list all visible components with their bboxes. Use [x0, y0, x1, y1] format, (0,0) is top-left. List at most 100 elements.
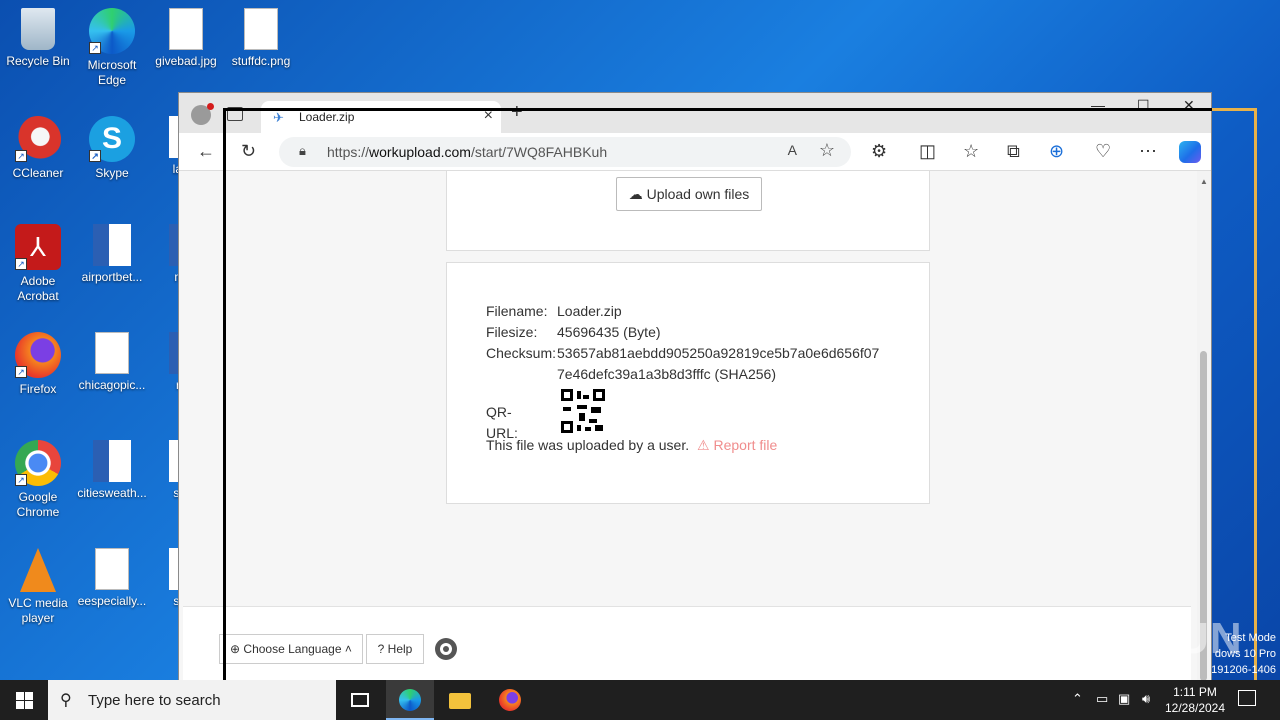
chevron-up-icon: ˄	[344, 642, 352, 656]
filename-label: Filename:	[486, 303, 548, 319]
extensions-icon[interactable]: ⚙	[871, 141, 887, 161]
browser-toolbar: ← ↻ 🔒︎ https://workupload.com/start/7WQ8…	[179, 133, 1211, 171]
desktop-icon-skype[interactable]: S ↗ Skype	[74, 116, 150, 181]
page-viewport: ☁ Upload own files Filename: Loader.zip F…	[179, 171, 1197, 681]
desktop-icon-recycle-bin[interactable]: Recycle Bin	[0, 8, 76, 69]
upload-card: ☁ Upload own files	[446, 171, 930, 251]
test-mode-line: 191206-1406	[1211, 664, 1276, 676]
copilot-icon[interactable]	[1179, 141, 1201, 163]
desktop-icon-label: Adobe Acrobat	[17, 274, 59, 303]
desktop-icon-label: Microsoft Edge	[87, 58, 137, 87]
desktop-icon-label: CCleaner	[12, 166, 64, 180]
desktop-icon-citiesweath[interactable]: citiesweath...	[74, 440, 150, 501]
desktop-icon-ccleaner[interactable]: ↗ CCleaner	[0, 116, 76, 181]
edge-icon: ↗	[89, 8, 135, 54]
help-button[interactable]: ? Help	[366, 634, 424, 664]
report-file-link[interactable]: ⚠ Report file	[697, 437, 777, 453]
desktop-icon-stuffdc[interactable]: stuffdc.png	[223, 8, 299, 69]
test-mode-line: dows 10 Pro	[1214, 648, 1276, 660]
upload-own-files-button[interactable]: ☁ Upload own files	[616, 177, 762, 211]
maximize-icon[interactable]: ☐	[1137, 97, 1150, 114]
refresh-icon[interactable]: ↻	[241, 141, 256, 161]
desktop-icon-label: airportbet...	[81, 270, 143, 284]
taskbar-edge[interactable]	[386, 680, 434, 720]
url-text: https://workupload.com/start/7WQ8FAHBKuh	[327, 144, 608, 160]
choose-language-button[interactable]: ⊕ Choose Language ˄	[219, 634, 363, 664]
highlight-frame-black	[223, 108, 1212, 111]
desktop-icon-label: stuffdc.png	[231, 54, 291, 68]
desktop-icon-givebad[interactable]: givebad.jpg	[148, 8, 224, 69]
word-doc-icon	[93, 440, 131, 482]
taskbar-clock[interactable]: 1:11 PM 12/28/2024	[1160, 684, 1230, 716]
desktop-icon-label: Google Chrome	[16, 490, 60, 519]
highlight-frame-gold	[1212, 108, 1257, 111]
taskbar-file-explorer[interactable]	[436, 680, 484, 720]
filesize-label: Filesize:	[486, 324, 538, 340]
scroll-up-icon[interactable]: ▲	[1200, 177, 1208, 186]
volume-icon[interactable]: 🔊︎	[1142, 691, 1150, 707]
cloud-upload-icon: ☁	[628, 186, 643, 202]
desktop-icon-airportbet[interactable]: airportbet...	[74, 224, 150, 285]
desktop-icon-label: Recycle Bin	[6, 54, 70, 68]
desktop-icon-acrobat[interactable]: ⅄ ↗ Adobe Acrobat	[0, 224, 76, 304]
desktop-icon-vlc[interactable]: VLC media player	[0, 548, 76, 626]
browser-essentials-icon[interactable]: ♡	[1095, 141, 1111, 161]
close-window-icon[interactable]: ✕	[1183, 97, 1195, 114]
choose-language-label: Choose Language	[243, 642, 342, 656]
desktop-icon-label: Firefox	[19, 382, 57, 396]
filesize-value: 45696435 (Byte)	[557, 324, 661, 340]
warning-icon: ⚠	[697, 437, 710, 453]
task-view-button[interactable]	[336, 680, 384, 720]
firefox-icon: ↗	[15, 332, 61, 378]
workupload-favicon-icon: ✈	[273, 110, 284, 125]
image-file-icon	[244, 8, 278, 50]
image-file-icon	[95, 332, 129, 374]
firefox-icon	[499, 689, 521, 711]
filename-value: Loader.zip	[557, 303, 622, 319]
image-file-icon	[95, 548, 129, 590]
taskbar-search[interactable]: ⚲ Type here to search	[48, 680, 336, 720]
desktop-icon-eespecially[interactable]: eespecially...	[74, 548, 150, 609]
task-view-icon	[351, 693, 369, 707]
image-file-icon	[169, 8, 203, 50]
start-button[interactable]	[0, 680, 48, 720]
collections-icon[interactable]: ⧉	[1007, 141, 1020, 161]
new-tab-button[interactable]: +	[511, 101, 523, 124]
recycle-bin-icon	[21, 8, 55, 50]
show-hidden-icons-icon[interactable]: ⌃	[1072, 691, 1083, 707]
notification-center-icon[interactable]	[1238, 690, 1256, 706]
lock-icon[interactable]: 🔒︎	[299, 143, 306, 159]
profile-avatar[interactable]	[191, 103, 214, 125]
desktop-icon-chicagopic[interactable]: chicagopic...	[74, 332, 150, 393]
favorites-icon[interactable]: ☆	[963, 141, 979, 161]
qr-code-image[interactable]	[561, 389, 605, 433]
taskbar-firefox[interactable]	[486, 680, 534, 720]
search-placeholder: Type here to search	[88, 692, 221, 709]
network-icon[interactable]: ▣	[1118, 691, 1130, 707]
chrome-icon: ↗	[15, 440, 61, 486]
back-icon[interactable]: ←	[197, 141, 215, 161]
taskbar: ⚲ Type here to search ⌃ ▭ ▣ 🔊︎ 1:11 PM 1…	[0, 680, 1280, 720]
theme-toggle-icon[interactable]	[435, 638, 457, 660]
highlight-frame-black	[223, 108, 226, 720]
globe-icon: ⊕	[230, 642, 241, 656]
clock-time: 1:11 PM	[1173, 685, 1217, 699]
desktop-icon-label: Skype	[95, 166, 129, 180]
ccleaner-icon: ↗	[15, 116, 61, 162]
browser-window: ✈ Loader.zip × + — ☐ ✕ ← ↻ 🔒︎ https://wo…	[178, 92, 1212, 681]
settings-more-icon[interactable]: ⋯	[1139, 141, 1157, 161]
downloads-icon[interactable]: ⊕	[1049, 141, 1064, 161]
read-aloud-icon[interactable]: A	[788, 142, 797, 158]
page-scrollbar[interactable]: ▲	[1197, 171, 1211, 681]
desktop-icon-edge[interactable]: ↗ Microsoft Edge	[74, 8, 150, 88]
tab-loader-zip[interactable]: ✈ Loader.zip ×	[261, 101, 501, 133]
acrobat-icon: ⅄ ↗	[15, 224, 61, 270]
favorite-star-icon[interactable]: ☆	[819, 140, 835, 161]
desktop-icon-firefox[interactable]: ↗ Firefox	[0, 332, 76, 397]
split-screen-icon[interactable]: ◫	[919, 141, 936, 161]
device-icon[interactable]: ▭	[1096, 691, 1108, 707]
search-icon: ⚲	[60, 692, 72, 709]
word-doc-icon	[93, 224, 131, 266]
address-bar[interactable]: 🔒︎ https://workupload.com/start/7WQ8FAHB…	[279, 137, 851, 167]
desktop-icon-chrome[interactable]: ↗ Google Chrome	[0, 440, 76, 520]
